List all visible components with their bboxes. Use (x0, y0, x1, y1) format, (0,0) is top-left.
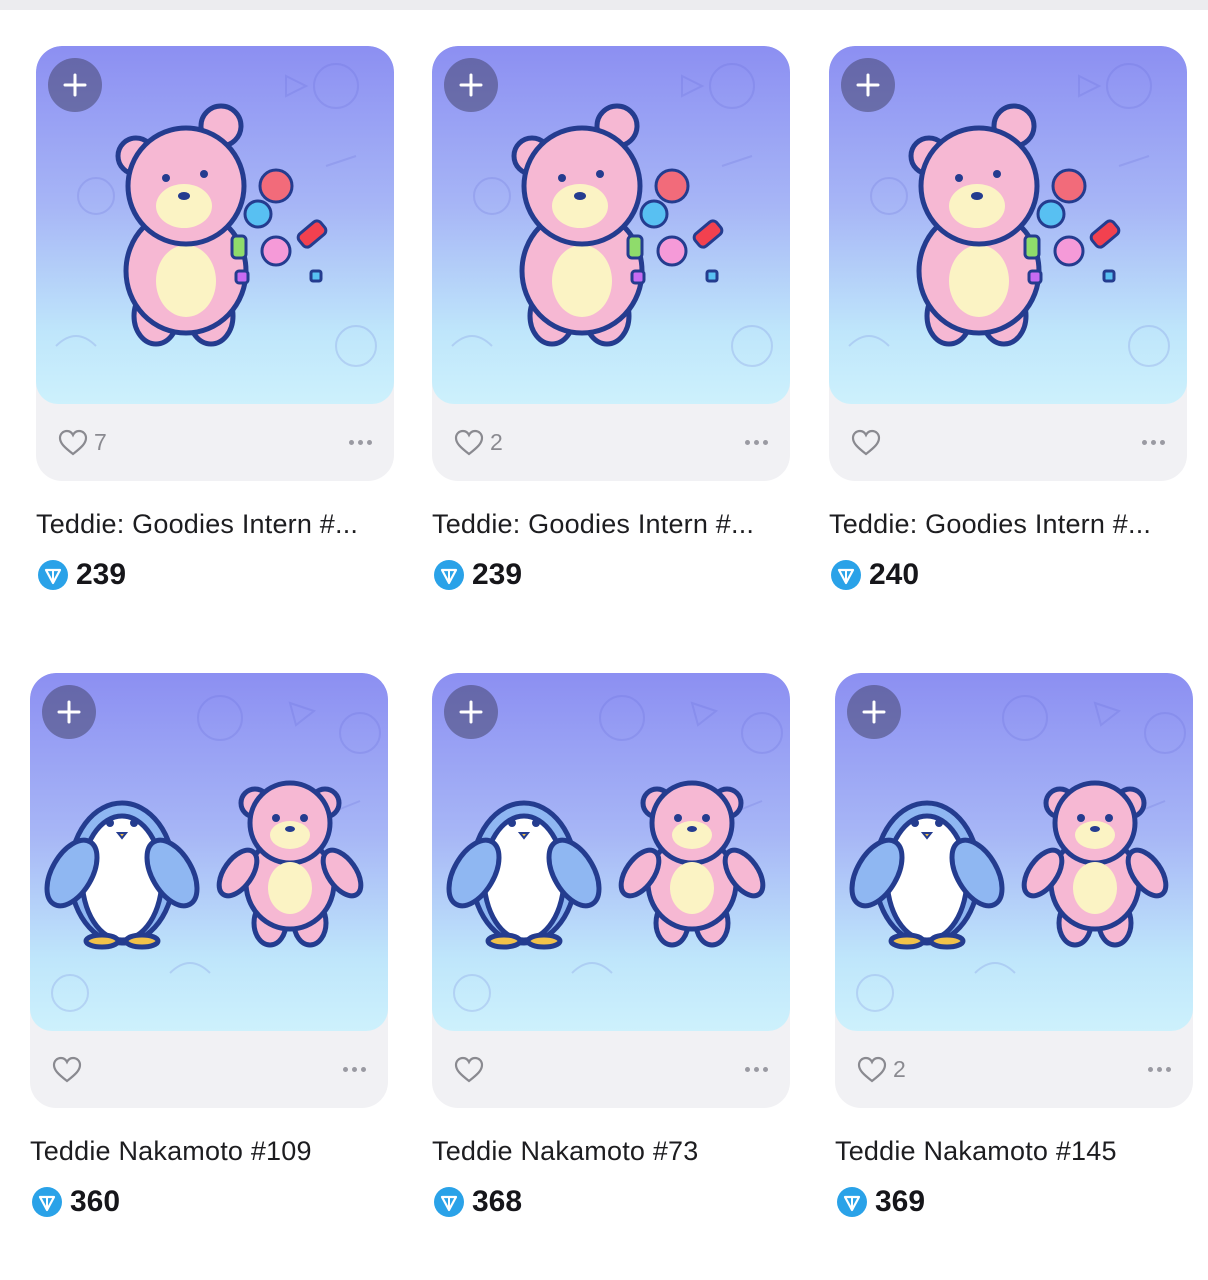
nft-price: 239 (36, 558, 394, 592)
plus-icon (459, 700, 483, 724)
plus-icon (63, 73, 87, 97)
nft-price: 360 (30, 1185, 388, 1219)
price-value: 239 (76, 558, 127, 591)
nft-title[interactable]: Teddie: Goodies Intern #... (829, 509, 1187, 540)
nft-title[interactable]: Teddie: Goodies Intern #... (432, 509, 790, 540)
like-button[interactable] (454, 1056, 490, 1084)
card-actions: 7 (36, 404, 394, 481)
card-frame[interactable]: 2 (835, 673, 1193, 1108)
ton-diamond-icon (831, 560, 861, 590)
card-frame[interactable] (30, 673, 388, 1108)
heart-icon (58, 429, 88, 455)
nft-price: 239 (432, 558, 790, 592)
ton-diamond-icon (38, 560, 68, 590)
nft-price: 240 (829, 558, 1187, 592)
heart-icon (454, 429, 484, 455)
price-value: 369 (875, 1185, 926, 1218)
nft-image-penguin-and-bear[interactable] (835, 673, 1193, 1031)
ton-diamond-icon (837, 1187, 867, 1217)
plus-icon (459, 73, 483, 97)
heart-icon (851, 429, 881, 455)
price-value: 368 (472, 1185, 523, 1218)
more-dots-icon[interactable] (1142, 433, 1165, 453)
card-actions: 2 (432, 404, 790, 481)
price-value: 240 (869, 558, 920, 591)
more-dots-icon[interactable] (745, 1060, 768, 1080)
card-actions (30, 1031, 388, 1108)
nft-price: 368 (432, 1185, 790, 1219)
nft-title[interactable]: Teddie Nakamoto #73 (432, 1136, 790, 1167)
like-button[interactable]: 2 (857, 1056, 906, 1084)
nft-card[interactable]: Teddie Nakamoto #109 360 (30, 673, 388, 1219)
plus-icon (856, 73, 880, 97)
more-dots-icon[interactable] (343, 1060, 366, 1080)
card-frame[interactable] (829, 46, 1187, 481)
ton-diamond-icon (434, 560, 464, 590)
more-dots-icon[interactable] (1148, 1060, 1171, 1080)
card-frame[interactable]: 2 (432, 46, 790, 481)
add-button[interactable] (48, 58, 102, 112)
ton-diamond-icon (434, 1187, 464, 1217)
add-button[interactable] (444, 685, 498, 739)
heart-icon (52, 1056, 82, 1082)
add-button[interactable] (841, 58, 895, 112)
card-actions: 2 (835, 1031, 1193, 1108)
price-value: 239 (472, 558, 523, 591)
nft-card[interactable]: 2 Teddie: Goodies Intern #... 239 (432, 46, 790, 592)
more-dots-icon[interactable] (745, 433, 768, 453)
like-button[interactable]: 7 (58, 429, 107, 457)
price-value: 360 (70, 1185, 121, 1218)
ton-diamond-icon (32, 1187, 62, 1217)
nft-card[interactable]: 2 Teddie Nakamoto #145 369 (835, 673, 1193, 1219)
plus-icon (57, 700, 81, 724)
like-count: 2 (893, 1056, 906, 1082)
nft-image-bear-with-candies[interactable] (432, 46, 790, 404)
add-button[interactable] (42, 685, 96, 739)
top-bar (0, 0, 1208, 10)
nft-card[interactable]: Teddie: Goodies Intern #... 240 (829, 46, 1187, 592)
like-count: 7 (94, 429, 107, 455)
heart-icon (454, 1056, 484, 1082)
nft-title[interactable]: Teddie: Goodies Intern #... (36, 509, 394, 540)
like-button[interactable] (851, 429, 887, 457)
like-count: 2 (490, 429, 503, 455)
card-frame[interactable]: 7 (36, 46, 394, 481)
nft-image-penguin-and-bear[interactable] (432, 673, 790, 1031)
nft-title[interactable]: Teddie Nakamoto #109 (30, 1136, 388, 1167)
nft-image-bear-with-candies[interactable] (36, 46, 394, 404)
card-actions (829, 404, 1187, 481)
more-dots-icon[interactable] (349, 433, 372, 453)
heart-icon (857, 1056, 887, 1082)
like-button[interactable] (52, 1056, 88, 1084)
card-frame[interactable] (432, 673, 790, 1108)
nft-image-penguin-and-bear[interactable] (30, 673, 388, 1031)
card-actions (432, 1031, 790, 1108)
nft-image-bear-with-candies[interactable] (829, 46, 1187, 404)
nft-title[interactable]: Teddie Nakamoto #145 (835, 1136, 1193, 1167)
add-button[interactable] (444, 58, 498, 112)
nft-card[interactable]: Teddie Nakamoto #73 368 (432, 673, 790, 1219)
like-button[interactable]: 2 (454, 429, 503, 457)
nft-card[interactable]: 7 Teddie: Goodies Intern #... 239 (36, 46, 394, 592)
nft-price: 369 (835, 1185, 1193, 1219)
plus-icon (862, 700, 886, 724)
add-button[interactable] (847, 685, 901, 739)
